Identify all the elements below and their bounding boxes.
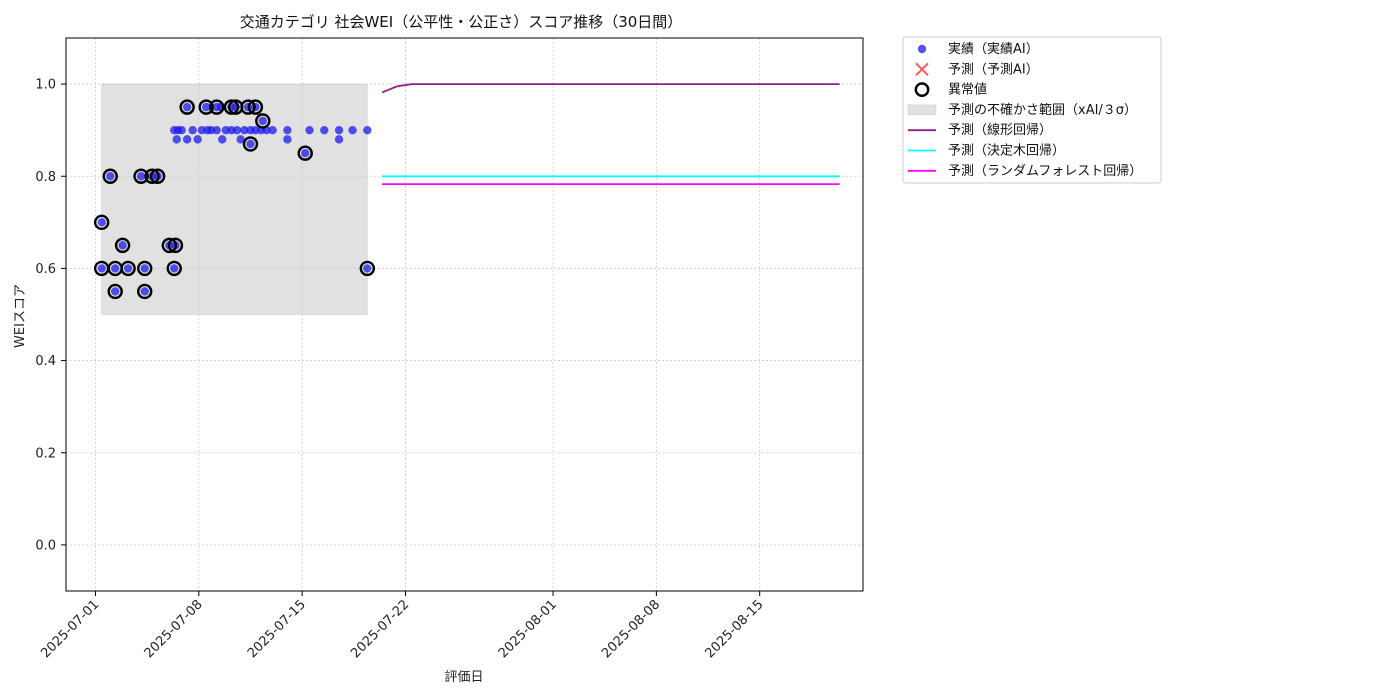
actual-data-point [334,125,344,135]
y-tick-label: 1.0 [35,78,56,93]
y-tick-label: 0.4 [35,354,56,369]
actual-data-point [363,264,372,273]
actual-data-point [140,287,149,296]
actual-data-point [97,218,106,227]
actual-data-point [118,241,127,250]
legend-label: 予測（決定木回帰） [948,143,1065,159]
actual-data-point [283,125,292,135]
actual-data-point [110,264,120,273]
actual-data-point [106,172,115,181]
legend-label: 予測（予測AI） [948,62,1039,77]
legend-band-swatch [907,104,937,116]
x-tick-label: 2025-07-08 [142,597,206,661]
y-axis-title: WEIスコア [13,284,28,348]
actual-data-point [182,135,192,144]
y-tick-label: 0.8 [35,170,56,185]
x-tick-label: 2025-08-01 [496,597,560,661]
legend-label: 異常値 [948,82,987,98]
actual-data-point [193,135,202,144]
actual-data-point [140,264,149,273]
chart-container: 交通カテゴリ 社会WEI（公平性・公正さ）スコア推移（30日間） 0.0 0.2 0… [0,0,1400,700]
actual-data-point [334,135,344,144]
actual-data-point [123,264,133,273]
y-tick-label: 0.2 [35,446,56,461]
legend-label: 予測（線形回帰） [948,122,1052,138]
legend-label: 実績（実績AI） [948,41,1039,57]
actual-data-point [110,287,120,296]
x-tick-label: 2025-08-15 [702,597,766,661]
legend-label: 予測（ランダムフォレスト回帰） [948,163,1142,179]
actual-data-point [97,264,106,273]
actual-data-point [258,116,267,126]
chart-title: 交通カテゴリ 社会WEI（公平性・公正さ）スコア推移（30日間） [240,13,683,31]
y-tick-label: 0.6 [35,262,56,277]
actual-data-point [232,125,242,135]
x-tick-label: 2025-07-22 [348,597,412,661]
actual-data-point [218,135,227,144]
legend: 実績（実績AI） 予測（予測AI） 異常値予測の不確かさ範囲（xAI/３σ） 予測（線… [902,36,1162,184]
y-tick-label: 0.0 [35,538,56,553]
plot-area: 0.0 0.2 0.4 0.6 0.8 1.0 2025-07-01 2025-07-08 20… [35,37,864,661]
actual-data-point [172,135,181,144]
actual-data-point [182,102,192,112]
x-tick-label: 2025-07-15 [245,597,309,661]
actual-data-point [320,125,329,135]
x-tick-label: 2025-08-08 [599,597,663,661]
x-axis-title: 評価日 [444,670,483,685]
chart-svg: 交通カテゴリ 社会WEI（公平性・公正さ）スコア推移（30日間） 0.00.20… [13,13,1162,685]
actual-data-point [177,125,186,135]
x-tick-label: 2025-07-01 [38,597,102,661]
actual-data-point [170,264,179,273]
actual-data-point [348,125,357,135]
actual-data-point [283,135,292,144]
actual-data-point [268,125,277,135]
legend-actual-marker [917,44,927,54]
actual-data-point [212,125,221,135]
actual-data-point [305,125,314,135]
uncertainty-band [101,83,368,315]
actual-data-point [301,149,310,158]
legend-label: 予測の不確かさ範囲（xAI/３σ） [948,102,1137,118]
actual-data-point [188,125,197,135]
actual-data-point [136,172,146,181]
actual-data-point [363,125,372,135]
actual-data-point [246,139,255,149]
